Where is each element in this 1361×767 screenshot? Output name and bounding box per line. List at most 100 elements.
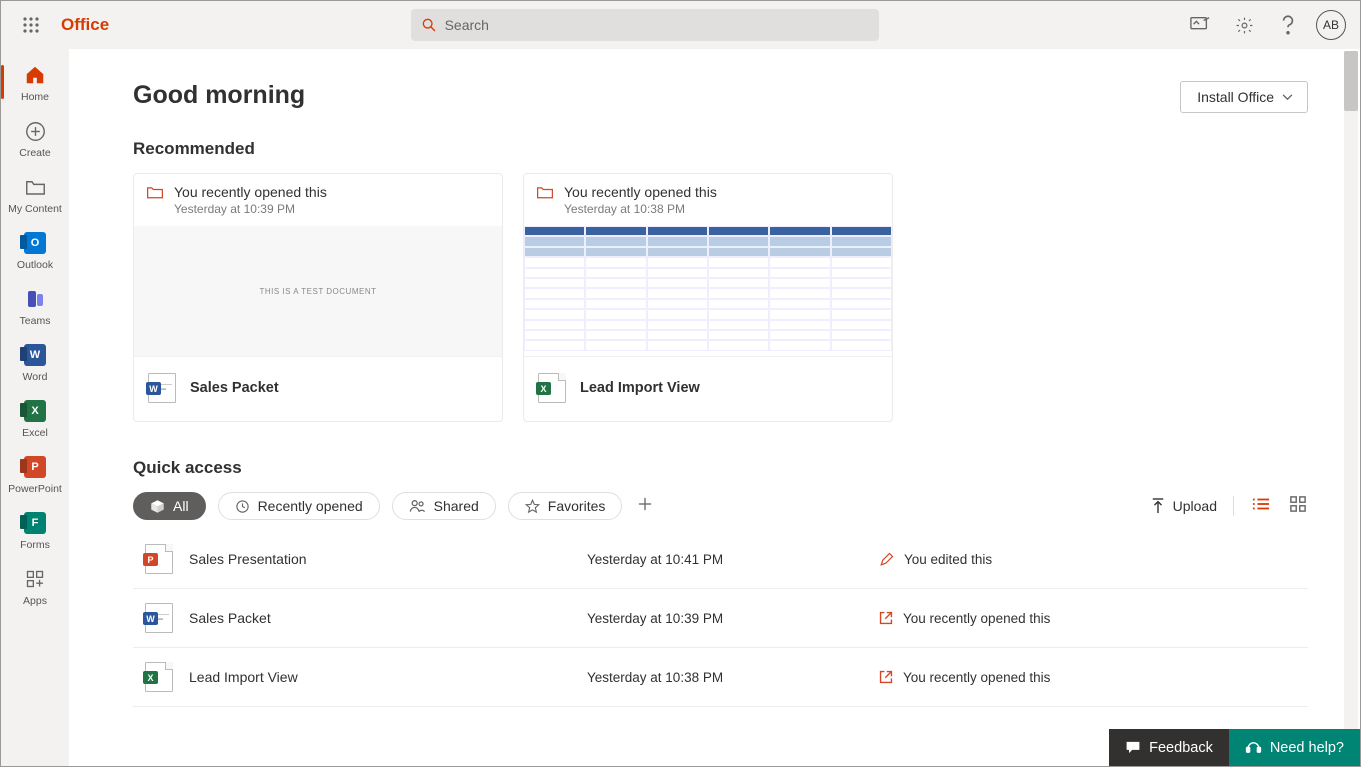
apps-icon (25, 569, 45, 589)
excel-icon: X (24, 400, 46, 422)
file-action: You recently opened this (903, 611, 1050, 626)
install-office-button[interactable]: Install Office (1180, 81, 1308, 113)
card-preview: THIS IS A TEST DOCUMENT (134, 226, 502, 356)
gear-icon (1235, 16, 1254, 35)
file-time: Yesterday at 10:38 PM (587, 670, 879, 685)
edit-icon (879, 552, 894, 567)
nav-label: Outlook (17, 259, 53, 271)
plus-circle-icon (25, 121, 46, 142)
file-time: Yesterday at 10:41 PM (587, 552, 879, 567)
powerpoint-file-icon: P (145, 544, 173, 574)
preview-text: THIS IS A TEST DOCUMENT (260, 287, 377, 296)
scrollbar-thumb[interactable] (1344, 51, 1358, 111)
app-launcher-button[interactable] (15, 9, 47, 41)
search-icon (421, 17, 437, 33)
file-row[interactable]: P Sales Presentation Yesterday at 10:41 … (133, 530, 1308, 589)
file-row[interactable]: X Lead Import View Yesterday at 10:38 PM… (133, 648, 1308, 707)
waffle-icon (23, 17, 39, 33)
file-name: Lead Import View (189, 669, 298, 685)
question-icon (1280, 15, 1296, 35)
star-icon (525, 499, 540, 514)
nav-powerpoint[interactable]: P PowerPoint (1, 449, 69, 499)
powerpoint-icon: P (24, 456, 46, 478)
cube-icon (150, 499, 165, 514)
card-title: Sales Packet (190, 380, 279, 396)
recommended-heading: Recommended (133, 139, 1308, 159)
nav-my-content[interactable]: My Content (1, 169, 69, 219)
filter-shared[interactable]: Shared (392, 492, 496, 520)
nav-label: Forms (20, 539, 50, 551)
list-view-button[interactable] (1250, 495, 1272, 518)
grid-icon (1290, 496, 1306, 512)
file-name: Sales Packet (189, 610, 271, 626)
nav-label: Apps (23, 595, 47, 607)
scrollbar-track[interactable] (1344, 51, 1358, 764)
help-button[interactable] (1268, 5, 1308, 45)
search-input[interactable]: Search (411, 9, 879, 41)
headset-icon (1245, 739, 1262, 756)
folder-open-icon (146, 184, 164, 200)
nav-label: PowerPoint (8, 483, 62, 495)
nav-word[interactable]: W Word (1, 337, 69, 387)
nav-home[interactable]: Home (1, 57, 69, 107)
help-label: Need help? (1270, 740, 1344, 756)
file-row[interactable]: W Sales Packet Yesterday at 10:39 PM You… (133, 589, 1308, 648)
word-file-icon: W (145, 603, 173, 633)
user-avatar[interactable]: AB (1316, 10, 1346, 40)
main-content: Good morning Install Office Recommended … (69, 49, 1360, 766)
nav-label: My Content (8, 203, 62, 215)
filter-label: Favorites (548, 498, 606, 514)
chevron-down-icon (1282, 94, 1293, 101)
nav-apps[interactable]: Apps (1, 561, 69, 611)
list-icon (1252, 497, 1270, 511)
nav-teams[interactable]: Teams (1, 281, 69, 331)
folder-open-icon (536, 184, 554, 200)
upload-button[interactable]: Upload (1151, 498, 1217, 514)
whiteboard-icon (1190, 16, 1210, 34)
file-time: Yesterday at 10:39 PM (587, 611, 879, 626)
nav-label: Home (21, 91, 49, 103)
page-title: Good morning (133, 81, 305, 110)
card-reason: You recently opened this (564, 184, 717, 200)
help-button[interactable]: Need help? (1229, 729, 1360, 766)
clock-icon (235, 499, 250, 514)
card-time: Yesterday at 10:38 PM (564, 202, 717, 216)
open-icon (879, 611, 893, 625)
filter-favorites[interactable]: Favorites (508, 492, 623, 520)
excel-file-icon: X (538, 373, 566, 403)
settings-button[interactable] (1224, 5, 1264, 45)
forms-icon: F (24, 512, 46, 534)
nav-label: Excel (22, 427, 48, 439)
nav-excel[interactable]: X Excel (1, 393, 69, 443)
open-icon (879, 670, 893, 684)
feedback-button[interactable]: Feedback (1109, 729, 1229, 766)
add-filter-button[interactable] (634, 493, 656, 520)
recommended-card[interactable]: You recently opened this Yesterday at 10… (523, 173, 893, 422)
search-placeholder: Search (445, 17, 489, 33)
chat-icon (1125, 740, 1141, 755)
file-action: You recently opened this (903, 670, 1050, 685)
nav-forms[interactable]: F Forms (1, 505, 69, 555)
teams-icon (28, 291, 43, 307)
filter-all[interactable]: All (133, 492, 206, 520)
filter-recent[interactable]: Recently opened (218, 492, 380, 520)
card-time: Yesterday at 10:39 PM (174, 202, 327, 216)
recommended-card[interactable]: You recently opened this Yesterday at 10… (133, 173, 503, 422)
feedback-label: Feedback (1149, 740, 1213, 756)
word-icon: W (24, 344, 46, 366)
nav-create[interactable]: Create (1, 113, 69, 163)
grid-view-button[interactable] (1288, 494, 1308, 519)
plus-icon (638, 497, 652, 511)
install-office-label: Install Office (1197, 89, 1274, 105)
quick-access-heading: Quick access (133, 458, 1308, 478)
nav-outlook[interactable]: O Outlook (1, 225, 69, 275)
people-icon (409, 499, 426, 513)
filter-label: Shared (434, 498, 479, 514)
whiteboard-button[interactable] (1180, 5, 1220, 45)
brand-title[interactable]: Office (61, 15, 109, 35)
upload-icon (1151, 498, 1165, 514)
header: Office Search AB (1, 1, 1360, 49)
card-preview (524, 226, 892, 356)
upload-label: Upload (1173, 498, 1217, 514)
excel-file-icon: X (145, 662, 173, 692)
